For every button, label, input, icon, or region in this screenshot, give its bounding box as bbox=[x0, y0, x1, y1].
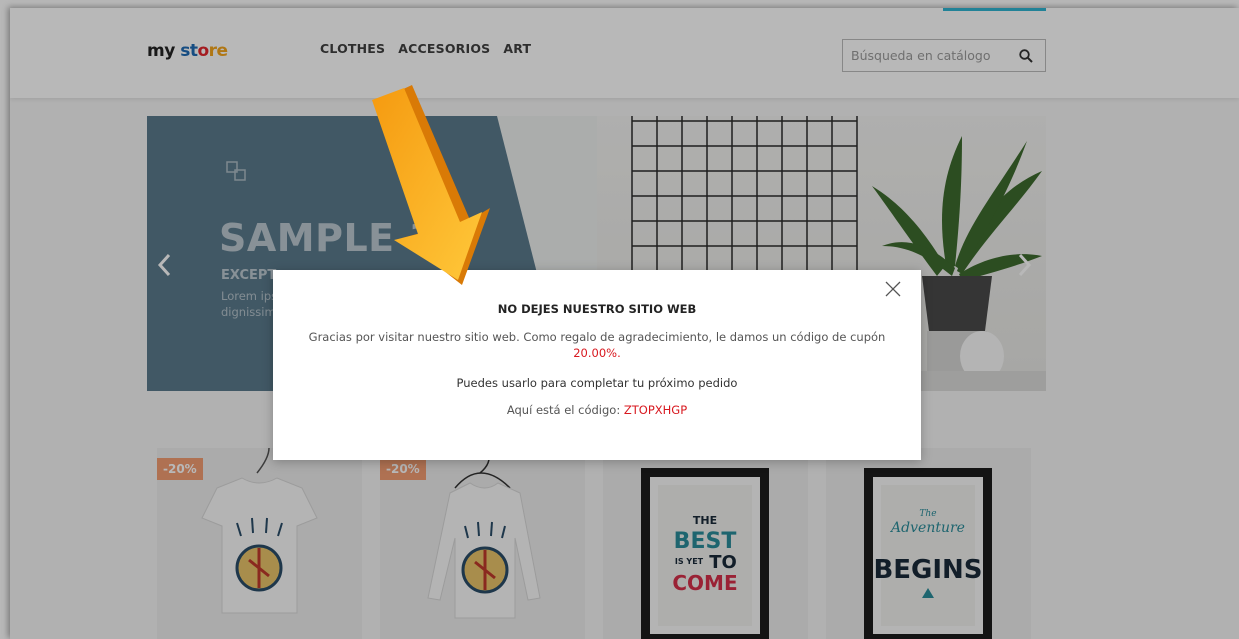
pointer-arrow-icon bbox=[372, 85, 490, 285]
popup-message: Gracias por visitar nuestro sitio web. C… bbox=[308, 330, 886, 344]
popup-usage-text: Puedes usarlo para completar tu próximo … bbox=[456, 376, 738, 390]
popup-title: NO DEJES NUESTRO SITIO WEB bbox=[497, 302, 697, 316]
coupon-code-line: Aquí está el código: ZTOPXHGP bbox=[273, 403, 921, 417]
exit-intent-popup: NO DEJES NUESTRO SITIO WEB Gracias por v… bbox=[273, 270, 921, 460]
close-icon[interactable] bbox=[885, 281, 901, 297]
coupon-code[interactable]: ZTOPXHGP bbox=[624, 403, 687, 417]
coupon-code-label: Aquí está el código: bbox=[506, 403, 624, 417]
coupon-percent: 20.00%. bbox=[573, 346, 621, 360]
